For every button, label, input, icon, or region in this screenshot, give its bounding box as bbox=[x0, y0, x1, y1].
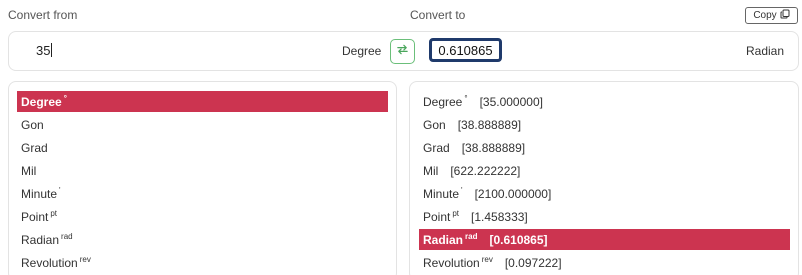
copy-button[interactable]: Copy bbox=[745, 7, 798, 24]
to-unit-item-grad[interactable]: Grad [38.888889] bbox=[419, 137, 790, 158]
from-unit-item-revolution[interactable]: Revolution rev bbox=[17, 252, 388, 273]
from-value-input[interactable]: 35 bbox=[36, 43, 336, 58]
from-unit-list: Degree ° Gon Grad Mil Minute ' Point pt Radian rad… bbox=[8, 81, 397, 275]
from-unit-item-mil[interactable]: Mil bbox=[17, 160, 388, 181]
from-unit-label: Degree bbox=[342, 44, 382, 58]
unit-label: Radian bbox=[21, 232, 60, 247]
copy-icon bbox=[780, 9, 790, 22]
unit-label: Grad bbox=[21, 140, 48, 155]
unit-label: Gon bbox=[21, 117, 44, 132]
unit-label: Mil bbox=[21, 163, 37, 178]
from-unit-item-minute[interactable]: Minute ' bbox=[17, 183, 388, 204]
unit-label: Grad bbox=[423, 140, 450, 155]
to-unit-item-degree[interactable]: Degree ° [35.000000] bbox=[419, 91, 790, 112]
unit-value: [35.000000] bbox=[479, 94, 543, 109]
from-unit-item-degree[interactable]: Degree ° bbox=[17, 91, 388, 112]
convert-from-label: Convert from bbox=[8, 8, 78, 22]
from-unit-item-grad[interactable]: Grad bbox=[17, 137, 388, 158]
swap-button[interactable] bbox=[390, 39, 415, 64]
to-unit-label: Radian bbox=[746, 44, 785, 58]
unit-label: Point bbox=[423, 209, 451, 224]
unit-symbol: ' bbox=[461, 186, 463, 195]
swap-arrows-icon bbox=[396, 43, 409, 61]
unit-value: [38.888889] bbox=[457, 117, 522, 132]
unit-symbol: rev bbox=[79, 255, 91, 264]
unit-label: Degree bbox=[423, 94, 463, 109]
unit-label: Mil bbox=[423, 163, 439, 178]
copy-label: Copy bbox=[753, 10, 777, 21]
from-unit-item-point[interactable]: Point pt bbox=[17, 206, 388, 227]
to-unit-item-point[interactable]: Point pt [1.458333] bbox=[419, 206, 790, 227]
unit-label: Minute bbox=[21, 186, 58, 201]
to-value-output[interactable]: 0.610865 bbox=[429, 38, 502, 62]
from-value: 35 bbox=[36, 43, 51, 58]
unit-value: [622.222222] bbox=[450, 163, 521, 178]
unit-label: Point bbox=[21, 209, 49, 224]
to-unit-item-gon[interactable]: Gon [38.888889] bbox=[419, 114, 790, 135]
to-unit-item-radian[interactable]: Radian rad [0.610865] bbox=[419, 229, 790, 250]
unit-symbol: ° bbox=[464, 94, 468, 103]
to-unit-item-minute[interactable]: Minute ' [2100.000000] bbox=[419, 183, 790, 204]
unit-symbol: rev bbox=[481, 255, 493, 264]
unit-value: [0.610865] bbox=[489, 232, 548, 247]
unit-label: Revolution bbox=[21, 255, 78, 270]
to-unit-item-mil[interactable]: Mil [622.222222] bbox=[419, 160, 790, 181]
unit-value: [0.097222] bbox=[504, 255, 562, 270]
unit-value: [1.458333] bbox=[471, 209, 528, 224]
to-unit-item-revolution[interactable]: Revolution rev [0.097222] bbox=[419, 252, 790, 273]
from-unit-item-gon[interactable]: Gon bbox=[17, 114, 388, 135]
text-caret bbox=[51, 43, 53, 57]
unit-symbol: rad bbox=[61, 232, 73, 241]
from-unit-item-radian[interactable]: Radian rad bbox=[17, 229, 388, 250]
convert-to-label: Convert to bbox=[410, 8, 466, 22]
unit-label: Revolution bbox=[423, 255, 480, 270]
unit-label: Radian bbox=[423, 232, 464, 247]
unit-value: [38.888889] bbox=[461, 140, 526, 155]
unit-symbol: pt bbox=[452, 209, 460, 218]
unit-converter: Convert from Convert to Copy 35 Degree 0… bbox=[0, 0, 802, 275]
unit-symbol: ' bbox=[59, 186, 61, 195]
conversion-bar: 35 Degree 0.610865 Radian bbox=[8, 31, 799, 71]
unit-symbol: pt bbox=[50, 209, 58, 218]
unit-label: Minute bbox=[423, 186, 460, 201]
unit-value: [2100.000000] bbox=[474, 186, 552, 201]
to-unit-list: Degree ° [35.000000] Gon [38.888889] Grad [38.… bbox=[409, 81, 799, 275]
unit-label: Gon bbox=[423, 117, 446, 132]
unit-label: Degree bbox=[21, 94, 62, 109]
unit-symbol: rad bbox=[465, 232, 478, 241]
unit-symbol: ° bbox=[63, 94, 67, 103]
